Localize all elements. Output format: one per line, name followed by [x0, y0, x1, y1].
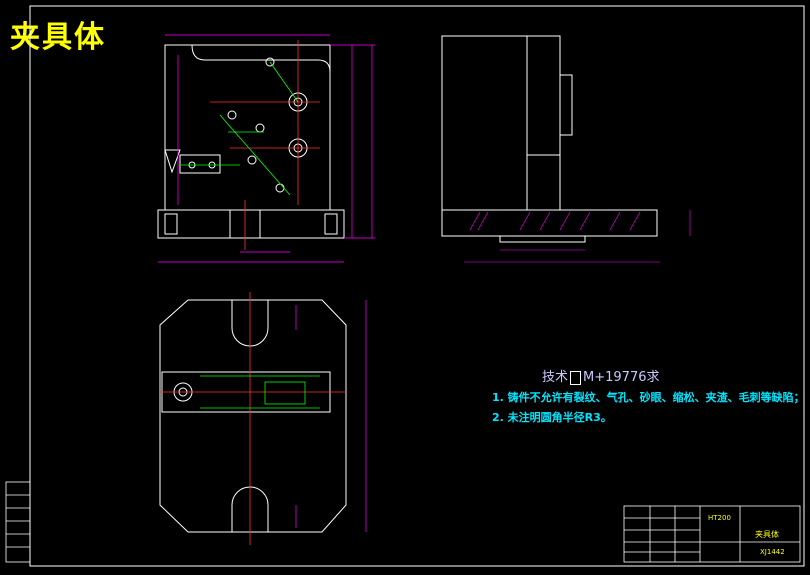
note-2: 2. 未注明圆角半径R3。 [492, 411, 612, 424]
side-view [441, 35, 658, 243]
front-view-centerlines [210, 40, 320, 250]
revision-strip [5, 481, 31, 563]
technical-notes: 技术 M+19776求 1. 铸件不允许有裂纹、气孔、砂眼、缩松、夹渣、毛刺等缺陷… [492, 366, 805, 425]
material-label: HT200 [708, 514, 731, 522]
notes-header: 技术 M+19776求 [542, 366, 805, 385]
unknown-glyph-box [570, 370, 582, 385]
sheet-border [29, 5, 805, 567]
cad-drawing-sheet: 夹具体 技术 M+19776求 1. 铸件不允许有裂纹、气孔、砂眼、缩松、夹渣、… [0, 0, 810, 575]
drawing-canvas [5, 5, 805, 567]
drawing-number-label: XJ1442 [760, 548, 785, 556]
front-view [157, 44, 345, 239]
top-view-dimensions [295, 300, 367, 532]
front-view-features [180, 61, 299, 196]
front-view-dimensions [158, 34, 375, 263]
notes-header-prefix: 技术 [542, 370, 569, 385]
note-1: 1. 铸件不允许有裂纹、气孔、砂眼、缩松、夹渣、毛刺等缺陷； [492, 391, 805, 404]
top-view [159, 299, 347, 533]
notes-header-suffix: M+19776求 [583, 370, 660, 385]
top-view-centerlines [160, 292, 346, 545]
part-name-label: 夹具体 [755, 530, 779, 539]
